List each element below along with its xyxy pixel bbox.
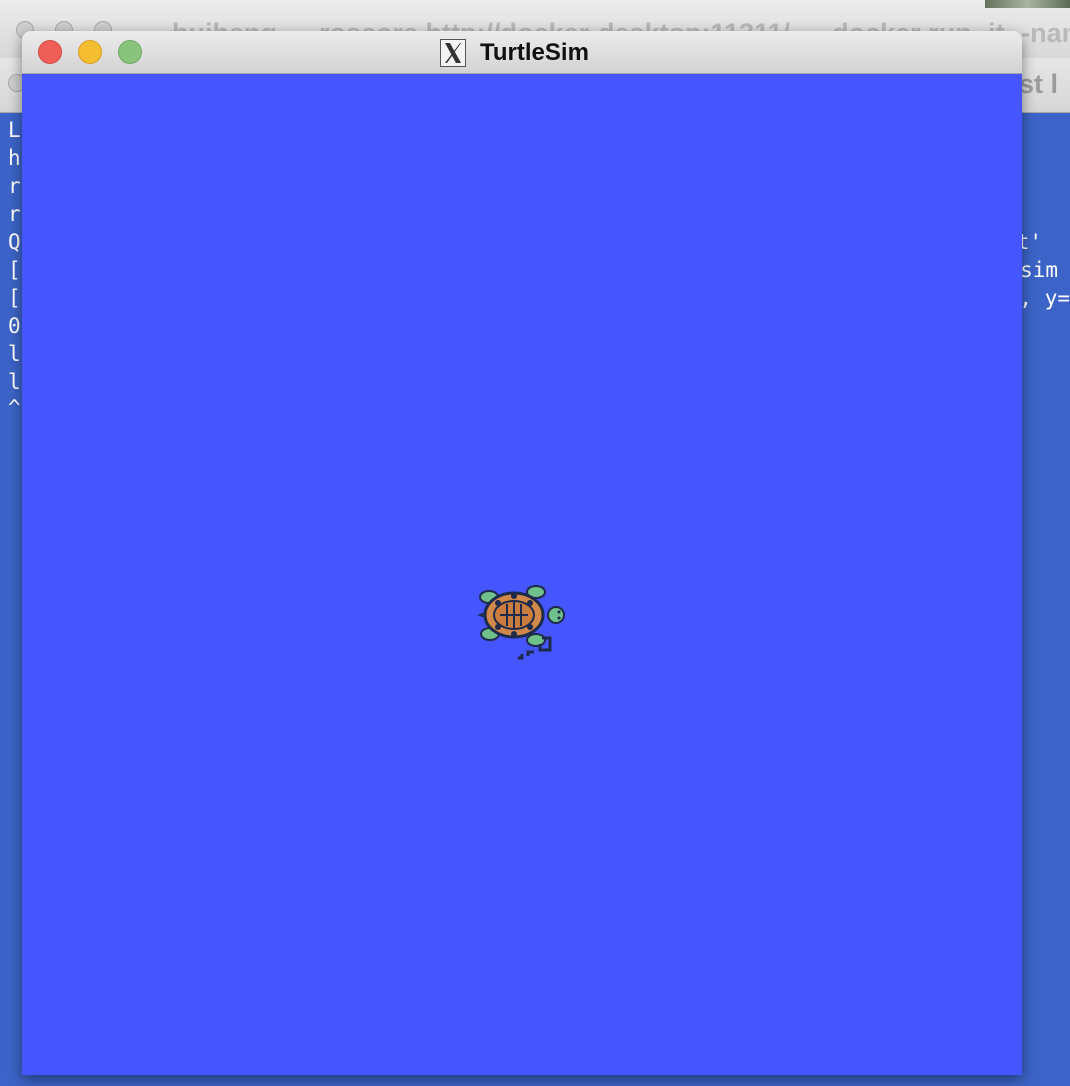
turtlesim-window[interactable]: TurtleSim <box>22 31 1022 1075</box>
terminal-line: l <box>8 370 21 394</box>
minimize-button[interactable] <box>78 40 102 64</box>
turtlesim-canvas[interactable] <box>22 74 1022 1075</box>
window-title-group: TurtleSim <box>440 38 589 68</box>
terminal-line: [ <box>8 258 21 282</box>
terminal-line: r <box>8 174 21 198</box>
terminal-line: , y= <box>1019 286 1070 310</box>
terminal-line: [ <box>8 286 21 310</box>
terminal-line: l <box>8 342 21 366</box>
terminal-line: ^ <box>8 396 21 420</box>
window-title: TurtleSim <box>480 39 589 66</box>
x11-icon <box>440 39 466 67</box>
x11-glyph-icon <box>445 43 461 63</box>
maximize-button[interactable] <box>118 40 142 64</box>
close-button[interactable] <box>38 40 62 64</box>
terminal-line: L <box>8 118 21 142</box>
background-image-fragment <box>985 0 1070 8</box>
terminal-line: r <box>8 202 21 226</box>
terminal-line: 0 <box>8 314 21 338</box>
terminal-line: sim <box>1020 258 1058 282</box>
terminal-line: h <box>8 146 21 170</box>
turtle-icon <box>477 585 565 660</box>
terminal-line: Q <box>8 230 21 254</box>
window-titlebar[interactable]: TurtleSim <box>22 31 1022 74</box>
